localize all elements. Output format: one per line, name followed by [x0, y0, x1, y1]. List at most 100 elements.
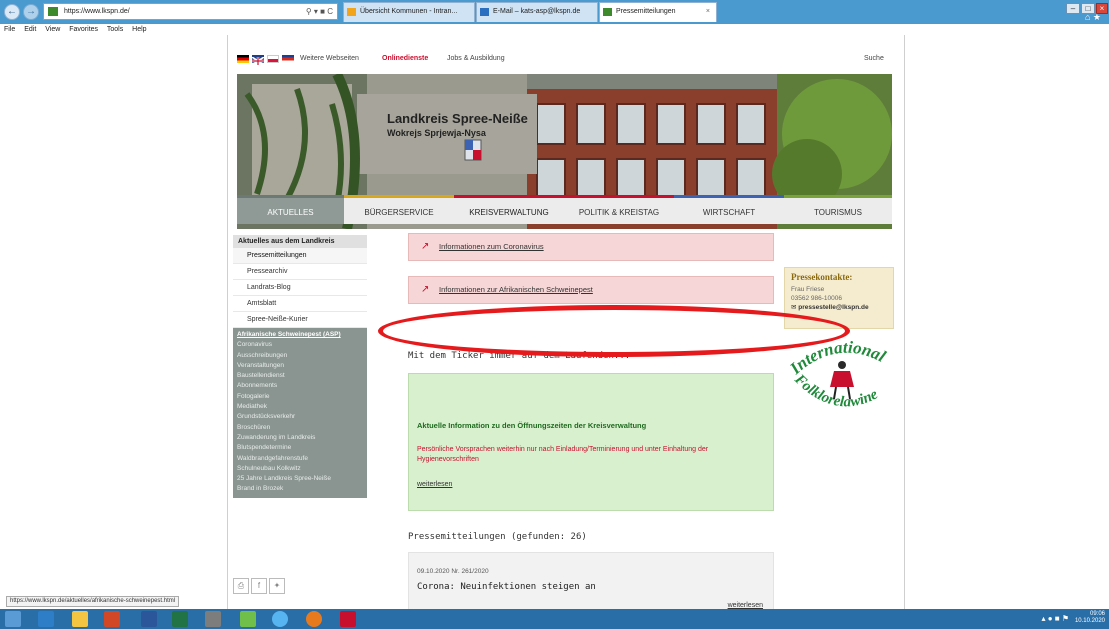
menu-file[interactable]: File — [4, 26, 15, 33]
app-icon[interactable] — [205, 611, 221, 627]
tray-clock[interactable]: 09:06 10.10.2020 — [1075, 611, 1105, 625]
link-weitere-webseiten[interactable]: Weitere Webseiten — [300, 50, 359, 68]
menu-bar: File Edit View Favorites Tools Help — [0, 24, 1109, 35]
sidebar-topic[interactable]: Baustellendienst — [233, 371, 367, 381]
menu-view[interactable]: View — [45, 26, 60, 33]
word-icon[interactable] — [141, 611, 157, 627]
powerpoint-icon[interactable] — [104, 611, 120, 627]
link-onlinedienste[interactable]: Onlinedienste — [382, 50, 428, 68]
flag-sorbian-icon[interactable] — [282, 55, 294, 63]
app-icon-red[interactable] — [340, 611, 356, 627]
address-bar[interactable]: https://www.lkspn.de/ ⚲ ▾ ■ C — [43, 3, 338, 20]
sidebar-topic[interactable]: Broschüren — [233, 423, 367, 433]
sidebar-topic[interactable]: Blutspendetermine — [233, 443, 367, 453]
powershell-icon[interactable] — [38, 611, 54, 627]
main-navigation: AKTUELLES BÜRGERSERVICE KREISVERWALTUNG … — [237, 195, 892, 224]
news-title[interactable]: Corona: Neuinfektionen steigen an — [417, 582, 596, 592]
ie-icon[interactable] — [272, 611, 288, 627]
sidebar-item-landrats-blog[interactable]: Landrats-Blog — [233, 280, 367, 296]
sidebar-topic[interactable]: Coronavirus — [233, 340, 367, 350]
top-bar: Weitere Webseiten Onlinedienste Jobs & A… — [229, 50, 904, 68]
sidebar-item-amtsblatt[interactable]: Amtsblatt — [233, 296, 367, 312]
nav-kreisverwaltung[interactable]: KREISVERWALTUNG — [454, 195, 564, 224]
sidebar-item-pressearchiv[interactable]: Pressearchiv — [233, 264, 367, 280]
minimize-button[interactable]: – — [1066, 3, 1080, 14]
notice-title: Aktuelle Information zu den Öffnungszeit… — [417, 421, 647, 430]
search-link[interactable]: Suche — [864, 50, 884, 68]
sidebar-topic[interactable]: Abonnements — [233, 381, 367, 391]
asp-link[interactable]: Informationen zur Afrikanischen Schweine… — [439, 285, 593, 294]
hero-title-line1: Landkreis Spree-Neiße — [387, 111, 528, 126]
tray-icons[interactable]: ▴ ● ■ ⚑ — [1041, 614, 1069, 623]
menu-edit[interactable]: Edit — [24, 26, 36, 33]
search-refresh-icon[interactable]: ⚲ ▾ ■ C — [306, 4, 333, 19]
flag-de-icon[interactable] — [237, 55, 249, 63]
back-icon[interactable]: ← — [4, 4, 20, 20]
sidebar-topic[interactable]: Mediathek — [233, 402, 367, 412]
sidebar-item-kurier[interactable]: Spree-Neiße-Kurier — [233, 312, 367, 328]
tab-label: Übersicht Kommunen - Intran... — [360, 8, 458, 15]
sidebar-topic[interactable]: Waldbrandgefahrenstufe — [233, 454, 367, 464]
menu-favorites[interactable]: Favorites — [69, 26, 98, 33]
nav-wirtschaft[interactable]: WIRTSCHAFT — [674, 195, 784, 224]
sidebar-topic[interactable]: Ausschreibungen — [233, 351, 367, 361]
tab-label: E-Mail – kats-asp@lkspn.de — [493, 8, 581, 15]
app-icon-green[interactable] — [240, 611, 256, 627]
tab-email[interactable]: E-Mail – kats-asp@lkspn.de — [476, 2, 598, 22]
print-icon[interactable]: ⎙ — [233, 578, 249, 594]
link-jobs-ausbildung[interactable]: Jobs & Ausbildung — [447, 50, 505, 68]
twitter-icon[interactable]: ✦ — [269, 578, 285, 594]
contact-email[interactable]: ✉ pressestelle@lkspn.de — [791, 303, 887, 312]
tab-favicon-icon — [603, 8, 612, 16]
tray-time: 09:06 — [1089, 611, 1105, 617]
red-highlight-annotation — [378, 305, 850, 357]
contact-phone: 03562 986-10006 — [791, 295, 842, 302]
corona-link[interactable]: Informationen zum Coronavirus — [439, 242, 544, 251]
tab-pressemitteilungen[interactable]: Pressemitteilungen × — [599, 2, 717, 22]
forward-icon[interactable]: → — [23, 4, 39, 20]
firefox-icon[interactable] — [306, 611, 322, 627]
facebook-icon[interactable]: f — [251, 578, 267, 594]
sidebar-topic-asp[interactable]: Afrikanische Schweinepest (ASP) — [233, 330, 367, 340]
sidebar-topic[interactable]: Fotogalerie — [233, 392, 367, 402]
flag-uk-icon[interactable] — [251, 55, 265, 66]
tab-close-icon[interactable]: × — [706, 3, 710, 21]
external-link-icon: ↗ — [421, 241, 430, 252]
nav-politik-kreistag[interactable]: POLITIK & KREISTAG — [564, 195, 674, 224]
news-meta: 09.10.2020 Nr. 261/2020 — [417, 568, 489, 575]
sidebar-topic[interactable]: 25 Jahre Landkreis Spree-Neiße — [233, 474, 367, 484]
nav-tourismus[interactable]: TOURISMUS — [784, 195, 892, 224]
sidebar-topic[interactable]: Schulneubau Kolkwitz — [233, 464, 367, 474]
hero-title-line2: Wokrejs Sprjewja-Nysa — [387, 128, 487, 138]
sidebar-topic[interactable]: Grundstücksverkehr — [233, 412, 367, 422]
sidebar-item-pressemitteilungen[interactable]: Pressemitteilungen — [233, 248, 367, 264]
nav-aktuelles[interactable]: AKTUELLES — [237, 195, 344, 224]
notice-box: Aktuelle Information zu den Öffnungszeit… — [408, 373, 774, 511]
tray-date: 10.10.2020 — [1074, 618, 1105, 624]
news-item: 09.10.2020 Nr. 261/2020 Corona: Neuinfek… — [408, 552, 774, 609]
tab-label: Pressemitteilungen — [616, 8, 676, 15]
corona-info-box[interactable]: ↗ Informationen zum Coronavirus — [408, 233, 774, 261]
taskbar: ▴ ● ■ ⚑ 09:06 10.10.2020 — [0, 609, 1109, 629]
home-star-icons[interactable]: ⌂ ★ — [1085, 12, 1101, 23]
nav-buergerservice[interactable]: BÜRGERSERVICE — [344, 195, 454, 224]
sidebar-topic[interactable]: Veranstaltungen — [233, 361, 367, 371]
flag-pl-icon[interactable] — [267, 55, 279, 63]
press-heading: Pressemitteilungen (gefunden: 26) — [408, 532, 587, 542]
menu-help[interactable]: Help — [132, 26, 146, 33]
news-more-link[interactable]: weiterlesen — [728, 602, 763, 609]
web-page: Weitere Webseiten Onlinedienste Jobs & A… — [229, 35, 904, 609]
tab-kommunen[interactable]: Übersicht Kommunen - Intran... — [343, 2, 475, 22]
sidebar-topic[interactable]: Zuwanderung im Landkreis — [233, 433, 367, 443]
asp-info-box[interactable]: ↗ Informationen zur Afrikanischen Schwei… — [408, 276, 774, 304]
menu-tools[interactable]: Tools — [107, 26, 123, 33]
sidebar-topics: Afrikanische Schweinepest (ASP) Coronavi… — [233, 328, 367, 498]
notice-more-link[interactable]: weiterlesen — [417, 481, 452, 488]
folklore-logo[interactable]: International Folklorelawine — [784, 335, 901, 421]
explorer-icon[interactable] — [72, 611, 88, 627]
page-gutter-right — [904, 35, 1109, 609]
excel-icon[interactable] — [172, 611, 188, 627]
tab-favicon-icon — [480, 8, 489, 16]
sidebar-topic[interactable]: Brand in Brozek — [233, 484, 367, 494]
start-icon[interactable] — [5, 611, 21, 627]
